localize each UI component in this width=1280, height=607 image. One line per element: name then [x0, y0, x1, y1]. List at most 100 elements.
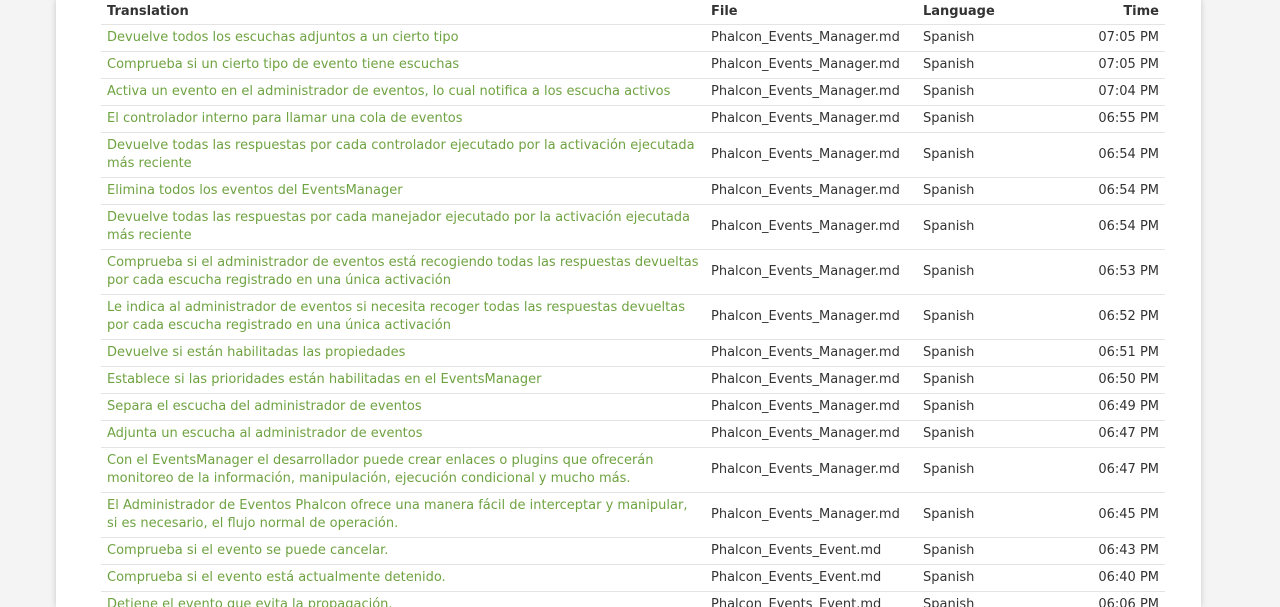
table-row: Activa un evento en el administrador de …: [101, 78, 1165, 106]
file-cell: Phalcon_Events_Manager.md: [705, 420, 917, 448]
file-cell: Phalcon_Events_Manager.md: [705, 24, 917, 52]
file-cell: Phalcon_Events_Manager.md: [705, 366, 917, 394]
language-cell: Spanish: [917, 294, 1079, 340]
file-cell: Phalcon_Events_Manager.md: [705, 393, 917, 421]
time-cell: 06:55 PM: [1079, 105, 1165, 133]
translation-cell: Devuelve si están habilitadas las propie…: [101, 339, 705, 367]
table-row: Detiene el evento que evita la propagaci…: [101, 591, 1165, 607]
time-cell: 06:45 PM: [1079, 492, 1165, 538]
table-row: Elimina todos los eventos del EventsMana…: [101, 177, 1165, 205]
file-cell: Phalcon_Events_Manager.md: [705, 249, 917, 295]
file-cell: Phalcon_Events_Manager.md: [705, 204, 917, 250]
time-cell: 07:04 PM: [1079, 78, 1165, 106]
file-cell: Phalcon_Events_Manager.md: [705, 447, 917, 493]
time-cell: 06:51 PM: [1079, 339, 1165, 367]
translation-cell: Separa el escucha del administrador de e…: [101, 393, 705, 421]
translation-link[interactable]: Adjunta un escucha al administrador de e…: [107, 426, 423, 441]
table-row: Devuelve todas las respuestas por cada m…: [101, 204, 1165, 250]
language-cell: Spanish: [917, 78, 1079, 106]
table-row: Adjunta un escucha al administrador de e…: [101, 420, 1165, 448]
file-cell: Phalcon_Events_Manager.md: [705, 132, 917, 178]
time-cell: 06:52 PM: [1079, 294, 1165, 340]
time-cell: 06:50 PM: [1079, 366, 1165, 394]
translation-link[interactable]: Elimina todos los eventos del EventsMana…: [107, 183, 403, 198]
table-body: Devuelve todos los escuchas adjuntos a u…: [101, 24, 1165, 607]
translation-cell: Devuelve todos los escuchas adjuntos a u…: [101, 24, 705, 52]
language-cell: Spanish: [917, 132, 1079, 178]
translation-link[interactable]: Con el EventsManager el desarrollador pu…: [107, 453, 654, 486]
translation-link[interactable]: Le indica al administrador de eventos si…: [107, 300, 685, 333]
file-cell: Phalcon_Events_Manager.md: [705, 294, 917, 340]
translation-cell: Comprueba si un cierto tipo de evento ti…: [101, 51, 705, 79]
table-row: Comprueba si el evento está actualmente …: [101, 564, 1165, 592]
language-cell: Spanish: [917, 591, 1079, 607]
table-row: Comprueba si el administrador de eventos…: [101, 249, 1165, 295]
file-cell: Phalcon_Events_Manager.md: [705, 492, 917, 538]
translation-link[interactable]: Comprueba si un cierto tipo de evento ti…: [107, 57, 459, 72]
table-row: Devuelve si están habilitadas las propie…: [101, 339, 1165, 367]
header-translation: Translation: [101, 0, 705, 25]
table-row: El controlador interno para llamar una c…: [101, 105, 1165, 133]
translation-link[interactable]: Comprueba si el evento está actualmente …: [107, 570, 446, 585]
file-cell: Phalcon_Events_Manager.md: [705, 105, 917, 133]
language-cell: Spanish: [917, 537, 1079, 565]
translation-link[interactable]: Establece si las prioridades están habil…: [107, 372, 541, 387]
translation-cell: Comprueba si el evento se puede cancelar…: [101, 537, 705, 565]
translation-link[interactable]: Devuelve si están habilitadas las propie…: [107, 345, 405, 360]
time-cell: 06:47 PM: [1079, 447, 1165, 493]
language-cell: Spanish: [917, 24, 1079, 52]
translation-cell: Comprueba si el evento está actualmente …: [101, 564, 705, 592]
time-cell: 06:06 PM: [1079, 591, 1165, 607]
translation-link[interactable]: Devuelve todas las respuestas por cada c…: [107, 138, 695, 171]
translations-table: Translation File Language Time Devuelve …: [101, 0, 1165, 607]
translation-link[interactable]: Devuelve todas las respuestas por cada m…: [107, 210, 690, 243]
file-cell: Phalcon_Events_Manager.md: [705, 51, 917, 79]
table-header-row: Translation File Language Time: [101, 0, 1165, 25]
time-cell: 06:54 PM: [1079, 204, 1165, 250]
language-cell: Spanish: [917, 564, 1079, 592]
translation-cell: El controlador interno para llamar una c…: [101, 105, 705, 133]
table-row: Devuelve todos los escuchas adjuntos a u…: [101, 24, 1165, 52]
language-cell: Spanish: [917, 204, 1079, 250]
header-time: Time: [1079, 0, 1165, 25]
language-cell: Spanish: [917, 51, 1079, 79]
language-cell: Spanish: [917, 393, 1079, 421]
time-cell: 06:43 PM: [1079, 537, 1165, 565]
translation-link[interactable]: El controlador interno para llamar una c…: [107, 111, 463, 126]
translation-cell: Establece si las prioridades están habil…: [101, 366, 705, 394]
translation-link[interactable]: El Administrador de Eventos Phalcon ofre…: [107, 498, 687, 531]
header-language: Language: [917, 0, 1079, 25]
file-cell: Phalcon_Events_Manager.md: [705, 339, 917, 367]
translation-cell: El Administrador de Eventos Phalcon ofre…: [101, 492, 705, 538]
table-row: Comprueba si un cierto tipo de evento ti…: [101, 51, 1165, 79]
translation-link[interactable]: Comprueba si el administrador de eventos…: [107, 255, 699, 288]
time-cell: 07:05 PM: [1079, 51, 1165, 79]
time-cell: 06:49 PM: [1079, 393, 1165, 421]
translation-cell: Activa un evento en el administrador de …: [101, 78, 705, 106]
time-cell: 06:47 PM: [1079, 420, 1165, 448]
table-row: Comprueba si el evento se puede cancelar…: [101, 537, 1165, 565]
translation-link[interactable]: Detiene el evento que evita la propagaci…: [107, 597, 393, 607]
translation-cell: Con el EventsManager el desarrollador pu…: [101, 447, 705, 493]
translation-link[interactable]: Separa el escucha del administrador de e…: [107, 399, 422, 414]
time-cell: 06:53 PM: [1079, 249, 1165, 295]
translation-link[interactable]: Devuelve todos los escuchas adjuntos a u…: [107, 30, 459, 45]
translation-cell: Devuelve todas las respuestas por cada c…: [101, 132, 705, 178]
time-cell: 06:40 PM: [1079, 564, 1165, 592]
translation-cell: Le indica al administrador de eventos si…: [101, 294, 705, 340]
file-cell: Phalcon_Events_Manager.md: [705, 177, 917, 205]
translation-link[interactable]: Activa un evento en el administrador de …: [107, 84, 670, 99]
table-row: Separa el escucha del administrador de e…: [101, 393, 1165, 421]
table-row: Le indica al administrador de eventos si…: [101, 294, 1165, 340]
file-cell: Phalcon_Events_Event.md: [705, 537, 917, 565]
time-cell: 06:54 PM: [1079, 132, 1165, 178]
translation-link[interactable]: Comprueba si el evento se puede cancelar…: [107, 543, 388, 558]
table-row: Con el EventsManager el desarrollador pu…: [101, 447, 1165, 493]
file-cell: Phalcon_Events_Manager.md: [705, 78, 917, 106]
translations-card: Translation File Language Time Devuelve …: [56, 0, 1201, 607]
translation-cell: Detiene el evento que evita la propagaci…: [101, 591, 705, 607]
language-cell: Spanish: [917, 177, 1079, 205]
table-row: El Administrador de Eventos Phalcon ofre…: [101, 492, 1165, 538]
language-cell: Spanish: [917, 420, 1079, 448]
language-cell: Spanish: [917, 366, 1079, 394]
